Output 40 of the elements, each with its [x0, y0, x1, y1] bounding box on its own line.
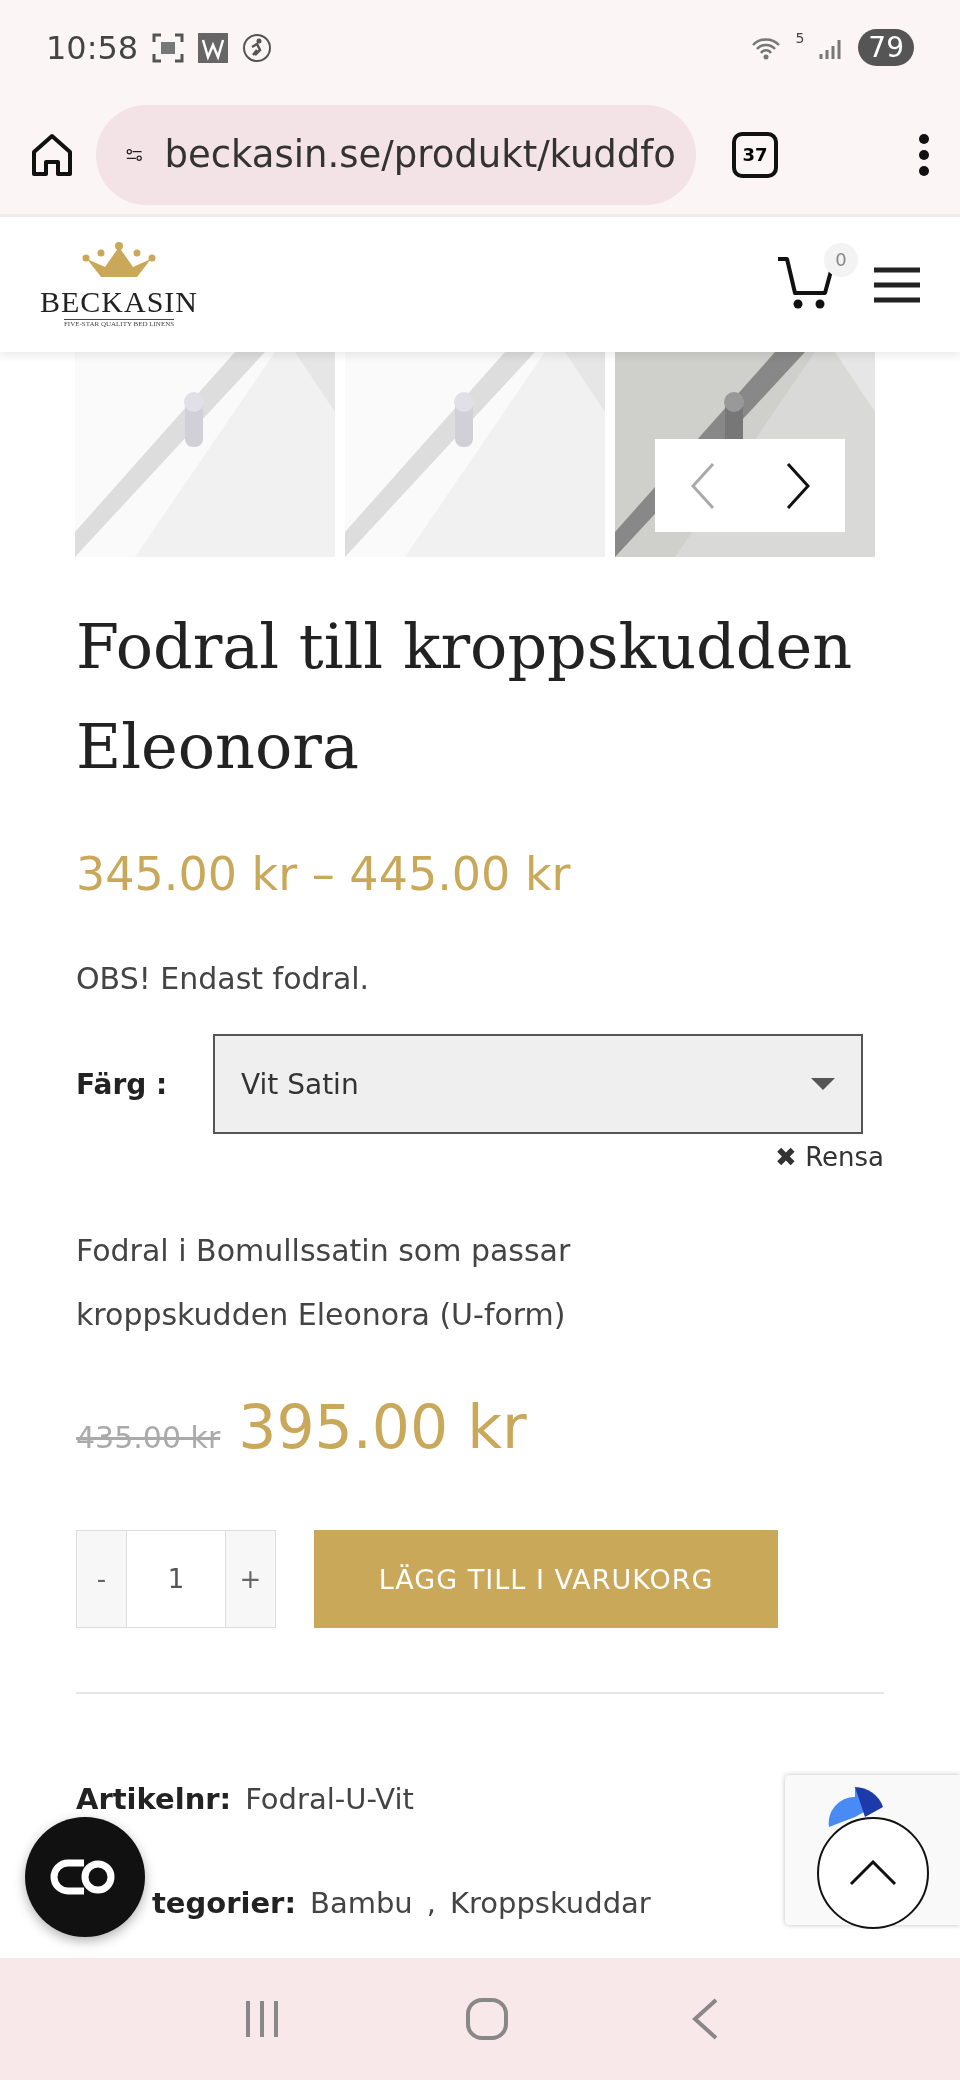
sale-price: 395.00 kr: [238, 1392, 527, 1462]
variant-label: Färg :: [76, 1067, 169, 1101]
quantity-field[interactable]: 1: [127, 1530, 225, 1628]
wifi-label: 5: [795, 29, 805, 46]
home-icon[interactable]: [30, 131, 74, 178]
chevron-up-icon: [849, 1860, 897, 1886]
url-bar[interactable]: beckasin.se/produkt/kuddfo: [96, 104, 696, 205]
increase-button[interactable]: +: [225, 1530, 276, 1628]
notice-text: OBS! Endast fodral.: [76, 961, 371, 996]
meta-label: Artikelnr:: [76, 1782, 232, 1816]
back-icon[interactable]: [692, 1998, 718, 2040]
battery-level: 79: [858, 29, 914, 66]
separator-text: ,: [426, 1886, 436, 1920]
product-title: Fodral till kroppskudden Eleonora: [76, 609, 854, 785]
meta-link[interactable]: Fodral-U-Vit: [245, 1782, 414, 1816]
old-price: 435.00 kr: [76, 1420, 221, 1455]
status-time: 10:58: [46, 28, 139, 67]
app-icon: [198, 32, 229, 63]
color-select[interactable]: Vit Satin: [213, 1034, 863, 1134]
meta-link[interactable]: Kroppskuddar: [449, 1886, 651, 1920]
decrease-button[interactable]: -: [76, 1530, 127, 1628]
meta-label: tegorier:: [152, 1886, 297, 1920]
running-icon: [242, 32, 273, 63]
menu-icon[interactable]: [874, 266, 920, 303]
price-range: 345.00 kr – 445.00 kr: [76, 847, 572, 901]
home-button-icon[interactable]: [466, 1998, 508, 2040]
meta-link[interactable]: Bambu: [310, 1886, 413, 1920]
cart-icon[interactable]: [776, 254, 834, 311]
chat-button[interactable]: [25, 1817, 145, 1937]
cart-count: 0: [824, 242, 858, 277]
url-text: beckasin.se/produkt/kuddfo: [164, 133, 676, 176]
next-button[interactable]: [785, 461, 810, 510]
logo-text[interactable]: BECKASIN: [40, 285, 198, 319]
dropdown-caret-icon: [811, 1078, 835, 1090]
screenshot-icon: [152, 32, 185, 63]
more-menu-icon[interactable]: [918, 132, 930, 177]
product-description: Fodral i Bomullssatin som passar kroppskudden Eleonora (U-form): [76, 1232, 572, 1334]
tab-count-button[interactable]: 37: [732, 131, 778, 178]
clear-link[interactable]: ✖ Rensa: [775, 1142, 884, 1172]
wifi-icon: [751, 35, 782, 60]
